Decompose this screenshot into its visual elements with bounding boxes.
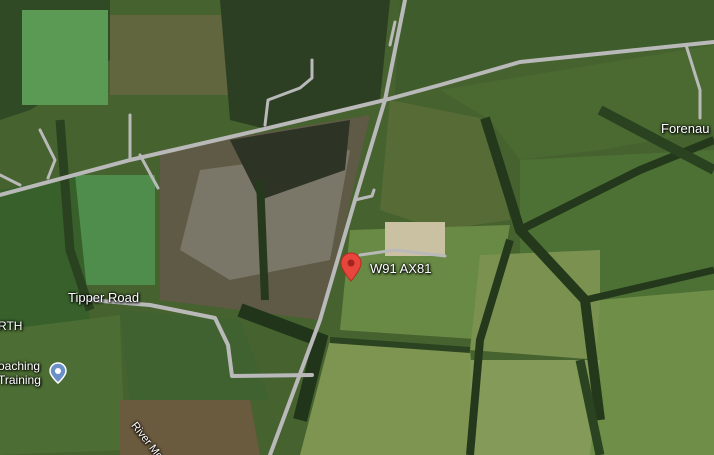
location-marker-icon[interactable] bbox=[340, 252, 362, 282]
map-imagery bbox=[0, 0, 714, 455]
coaching-poi-label-line2[interactable]: Training bbox=[0, 373, 41, 387]
forenaughts-label[interactable]: Forenau bbox=[661, 121, 709, 136]
tipper-road-label[interactable]: Tipper Road bbox=[68, 290, 139, 305]
area-label-partial: RTH bbox=[0, 319, 23, 333]
map-pin-icon[interactable] bbox=[49, 362, 67, 384]
satellite-map[interactable]: Tipper Road Forenau RTH oaching Training… bbox=[0, 0, 714, 455]
coaching-poi-label-line1[interactable]: oaching bbox=[0, 359, 40, 373]
eircode-label[interactable]: W91 AX81 bbox=[370, 261, 431, 276]
